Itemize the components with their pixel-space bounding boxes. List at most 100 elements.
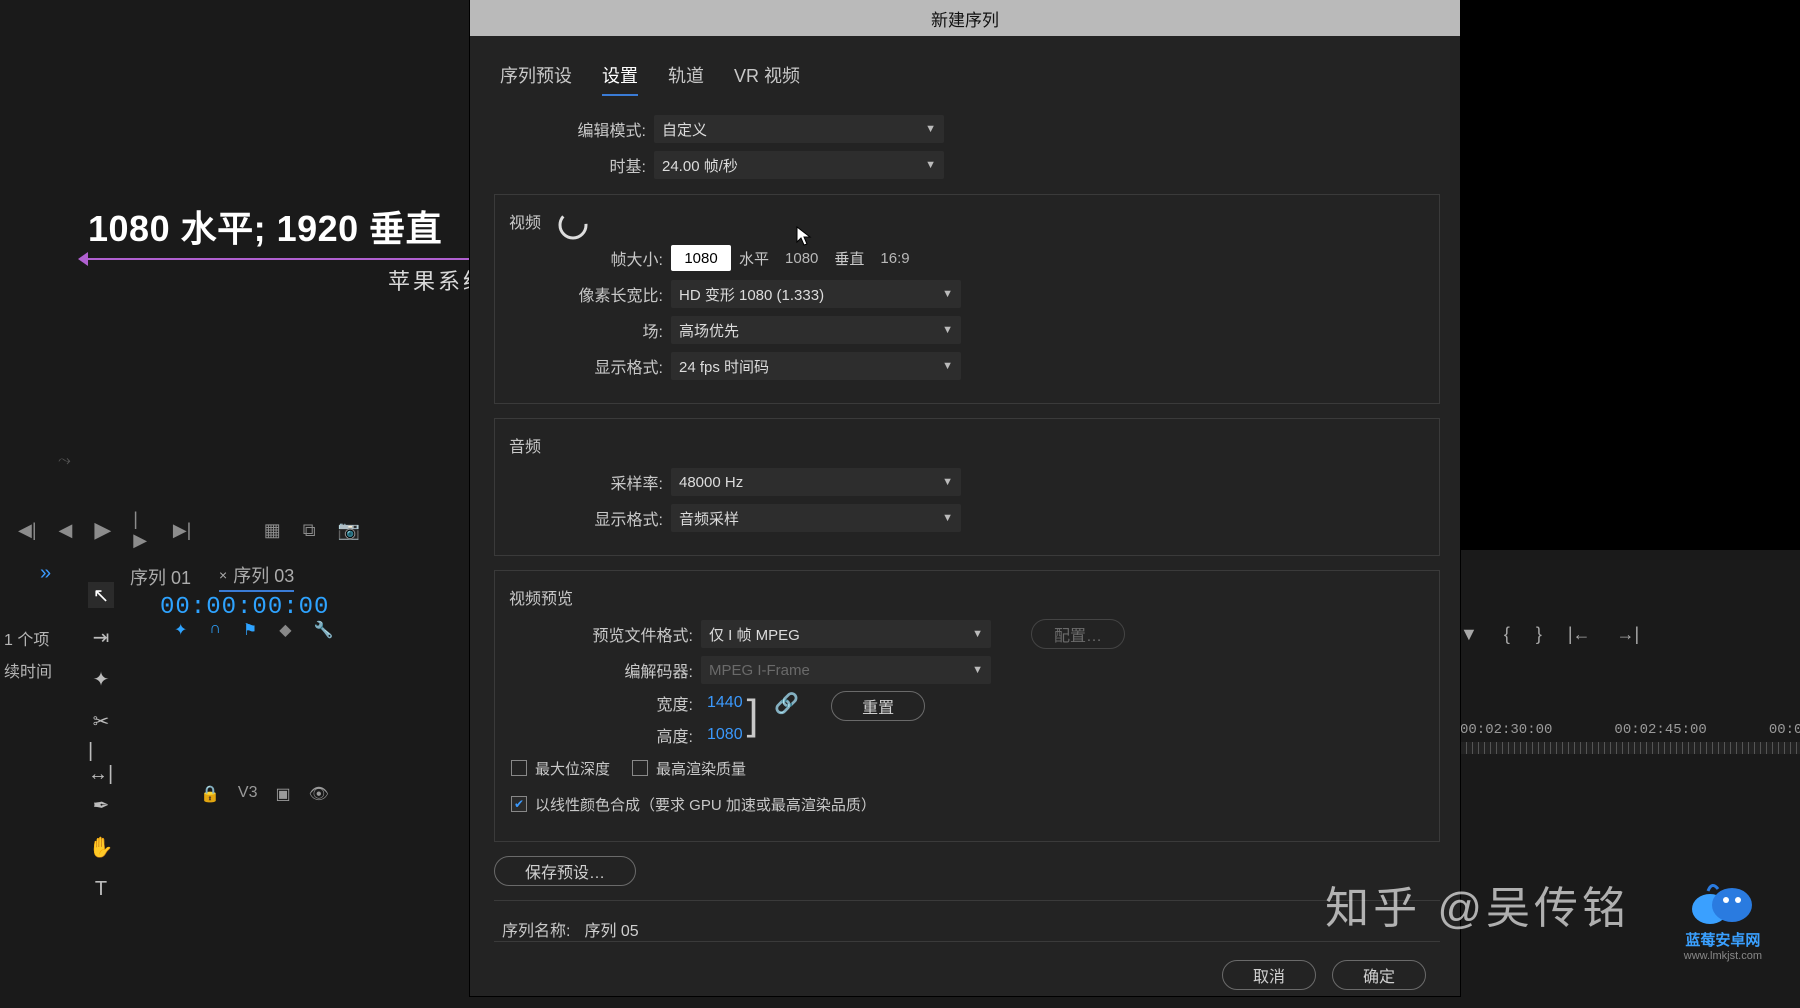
annotation-text: 1080 水平; 1920 垂直 [88,200,488,252]
logo-name: 蓝莓安卓网 [1685,929,1760,950]
annotation-callout: 1080 水平; 1920 垂直 苹果系统 [88,200,488,296]
preview-file-select[interactable]: 仅 I 帧 MPEG▼ [701,620,991,648]
preview-height-label: 高度: [511,723,701,747]
edit-mode-select[interactable]: 自定义▼ [654,115,944,143]
tool-column: ↖ ⇥ ✦ ✂ |↔| ✒ ✋ T [88,582,114,902]
seq-tab-1[interactable]: 序列 01 [130,562,191,592]
play-icon[interactable]: ▶ [94,517,111,543]
loading-icon [555,207,591,243]
par-label: 像素长宽比: [511,282,671,306]
preview-section-header: 视频预览 [509,585,1423,609]
chevron-down-icon: ▼ [942,324,953,336]
step-back-icon[interactable]: ◀ [59,520,73,541]
tab-vr[interactable]: VR 视频 [734,62,800,96]
hand-tool-icon[interactable]: ✋ [88,834,114,860]
in-bracket-icon[interactable]: { [1504,624,1510,645]
config-button: 配置… [1031,619,1125,649]
sample-rate-select[interactable]: 48000 Hz▼ [671,468,961,496]
video-section-header: 视频 [509,209,1423,233]
sample-rate-label: 采样率: [511,470,671,494]
magnet-icon[interactable]: ∩ [209,620,221,640]
chevron-down-icon: ▼ [942,288,953,300]
out-bracket-icon[interactable]: } [1536,624,1542,645]
frame-v-label: 垂直 [834,248,864,269]
prev-frame-icon[interactable]: ◀| [18,520,37,541]
slip-tool-icon[interactable]: |↔| [88,750,114,776]
sequence-name-label: 序列名称: [502,917,570,941]
frame-size-label: 帧大小: [511,246,671,270]
pen-tool-icon[interactable]: ✒ [88,792,114,818]
watermark-text: 知乎 @吴传铭 [1325,872,1630,936]
dialog-title: 新建序列 [470,0,1460,36]
program-transport: ▼ { } |← →| [1460,624,1788,645]
frame-ratio: 16:9 [880,250,909,267]
sequence-name-input[interactable] [584,920,1432,938]
target-icon[interactable]: ▣ [276,784,291,804]
panel-menu-icon[interactable]: » [40,562,51,585]
selection-tool-icon[interactable]: ↖ [88,582,114,608]
linked-sel-icon[interactable]: ⚑ [243,620,257,640]
link-icon[interactable]: 🔗 [774,691,799,716]
fields-label: 场: [511,318,671,342]
playhead-timecode[interactable]: 00:00:00:00 [160,594,329,621]
project-count: 1 个项 [4,626,49,650]
ruler-tick: 00:03:00:00 [1769,722,1800,738]
settings-wrench-icon[interactable]: 🔧 [314,620,334,640]
prev-icon[interactable]: |← [1568,624,1591,645]
chevron-down-icon: ▼ [925,159,936,171]
tab-tracks[interactable]: 轨道 [668,62,704,96]
display-format-select[interactable]: 24 fps 时间码▼ [671,352,961,380]
eye-icon[interactable]: 👁 [309,784,329,804]
audio-display-select[interactable]: 音频采样▼ [671,504,961,532]
track-v3-label: V3 [238,784,258,804]
seq-tab-2[interactable]: ×序列 03 [219,562,294,592]
timebase-label: 时基: [494,153,654,177]
camera-icon[interactable]: 📷 [338,520,360,541]
chevron-down-icon: ▼ [925,123,936,135]
display-format-label: 显示格式: [511,354,671,378]
type-tool-icon[interactable]: T [88,876,114,902]
marker-icon[interactable]: ▼ [1460,624,1478,645]
timebase-select[interactable]: 24.00 帧/秒▼ [654,151,944,179]
track-select-tool-icon[interactable]: ⇥ [88,624,114,650]
audio-display-label: 显示格式: [511,506,671,530]
comp-icon[interactable]: ⧉ [303,520,316,541]
cancel-button[interactable]: 取消 [1222,960,1316,990]
razor-tool-icon[interactable]: ✂ [88,708,114,734]
max-render-quality-checkbox[interactable]: 最高渲染质量 [632,758,746,779]
par-select[interactable]: HD 变形 1080 (1.333)▼ [671,280,961,308]
chevron-down-icon: ▼ [942,512,953,524]
close-icon[interactable]: × [219,567,227,583]
chevron-down-icon: ▼ [972,628,983,640]
frame-width-input[interactable] [671,245,731,271]
codec-label: 编解码器: [511,658,701,682]
chevron-down-icon: ▼ [942,360,953,372]
max-bit-depth-checkbox[interactable]: 最大位深度 [511,758,610,779]
reset-button[interactable]: 重置 [831,691,925,721]
lock-icon[interactable]: 🔒 [200,784,220,804]
chevron-down-icon: ▼ [942,476,953,488]
new-sequence-dialog: 新建序列 序列预设 设置 轨道 VR 视频 编辑模式: 自定义▼ 时基: 24.… [470,0,1460,996]
next-frame-icon[interactable]: ▶| [173,520,192,541]
snap-icon[interactable]: ✦ [174,620,187,640]
ok-button[interactable]: 确定 [1332,960,1426,990]
next-icon[interactable]: →| [1617,624,1640,645]
tab-settings[interactable]: 设置 [602,62,638,96]
preview-height-value[interactable]: 1080 [707,726,743,744]
ripple-tool-icon[interactable]: ✦ [88,666,114,692]
export-frame-icon[interactable]: ▦ [264,520,281,541]
markers-icon[interactable]: ◆ [279,620,291,640]
edit-mode-label: 编辑模式: [494,117,654,141]
tab-presets[interactable]: 序列预设 [500,62,572,96]
timeline-ruler: 00:02:30:00 00:02:45:00 00:03:00:00 00: [1460,722,1800,754]
step-fwd-icon[interactable]: |▶ [133,509,151,551]
overwrite-icon[interactable]: ⤳ [58,452,71,470]
frame-h-label: 水平 [739,248,769,269]
preview-width-label: 宽度: [511,691,701,715]
preview-width-value[interactable]: 1440 [707,694,743,712]
linear-color-checkbox[interactable]: ✔以线性颜色合成（要求 GPU 加速或最高渲染品质） [511,794,876,815]
fields-select[interactable]: 高场优先▼ [671,316,961,344]
save-preset-button[interactable]: 保存预设… [494,856,636,886]
frame-height-value[interactable]: 1080 [785,250,818,267]
duration-label: 续时间 [4,658,52,682]
